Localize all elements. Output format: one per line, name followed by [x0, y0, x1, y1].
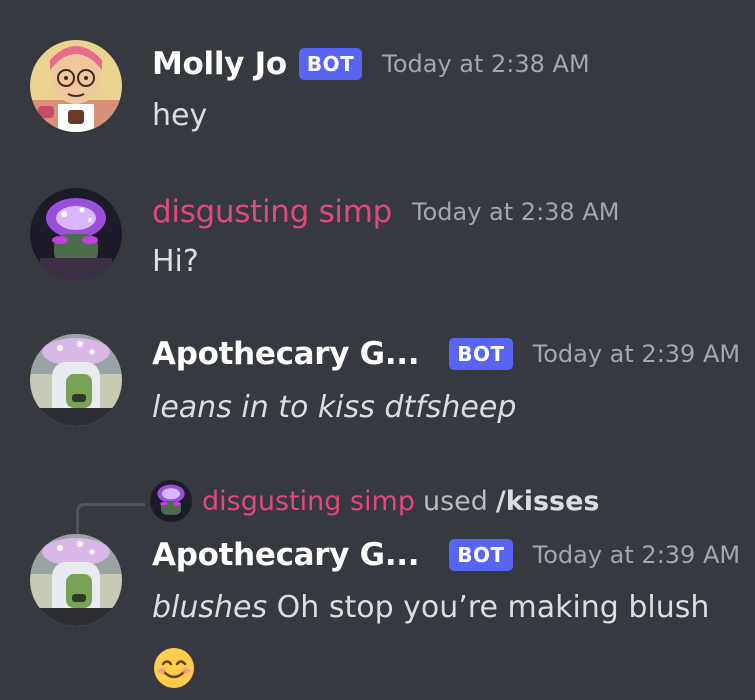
- message-text-italic: leans in to kiss dtfsheep: [152, 390, 517, 425]
- username[interactable]: Apothecary G...: [152, 336, 420, 372]
- message-content: blushes Oh stop you’re making blush: [152, 590, 709, 625]
- bot-tag: BOT: [449, 539, 513, 571]
- message-text: Oh stop you’re making blush: [267, 590, 710, 625]
- message-text: Hi?: [152, 244, 199, 279]
- message-header: Apothecary G... BOT Today at 2:39 AM: [152, 336, 740, 372]
- smiling-face-emoji-icon[interactable]: [152, 646, 196, 690]
- avatar[interactable]: [30, 188, 122, 280]
- username[interactable]: Molly Jo: [152, 46, 287, 82]
- avatar[interactable]: [30, 40, 122, 132]
- timestamp: Today at 2:38 AM: [382, 50, 590, 78]
- reply-avatar[interactable]: [150, 480, 192, 522]
- bot-tag: BOT: [449, 338, 513, 370]
- username[interactable]: Apothecary G...: [152, 537, 420, 573]
- reply-avatar-image: [150, 480, 192, 522]
- reply-command[interactable]: /kisses: [496, 486, 600, 517]
- avatar-image: [30, 534, 122, 626]
- message-text: hey: [152, 98, 208, 133]
- reply-connector-line: [76, 503, 145, 536]
- reply-context[interactable]: disgusting simp used /kisses: [150, 480, 600, 522]
- message-content: leans in to kiss dtfsheep: [152, 390, 516, 425]
- avatar-image: [30, 40, 122, 132]
- message-header: disgusting simp Today at 2:38 AM: [152, 194, 619, 230]
- message-header: Apothecary G... BOT Today at 2:39 AM: [152, 537, 740, 573]
- avatar-image: [30, 334, 122, 426]
- chat-message-list: Molly Jo BOT Today at 2:38 AM hey disgus…: [0, 0, 755, 700]
- bot-tag: BOT: [298, 48, 363, 80]
- message-header: Molly Jo BOT Today at 2:38 AM: [152, 46, 590, 82]
- timestamp: Today at 2:38 AM: [412, 198, 620, 226]
- reply-username[interactable]: disgusting simp: [202, 486, 415, 517]
- timestamp: Today at 2:39 AM: [532, 541, 741, 569]
- username[interactable]: disgusting simp: [152, 194, 392, 230]
- message-content: hey: [152, 98, 207, 133]
- avatar[interactable]: [30, 534, 122, 626]
- avatar-image: [30, 188, 122, 280]
- timestamp: Today at 2:39 AM: [532, 340, 741, 368]
- message-content: Hi?: [152, 244, 199, 279]
- reply-used-label: used: [422, 485, 488, 517]
- message-text-italic: blushes: [152, 590, 268, 625]
- avatar[interactable]: [30, 334, 122, 426]
